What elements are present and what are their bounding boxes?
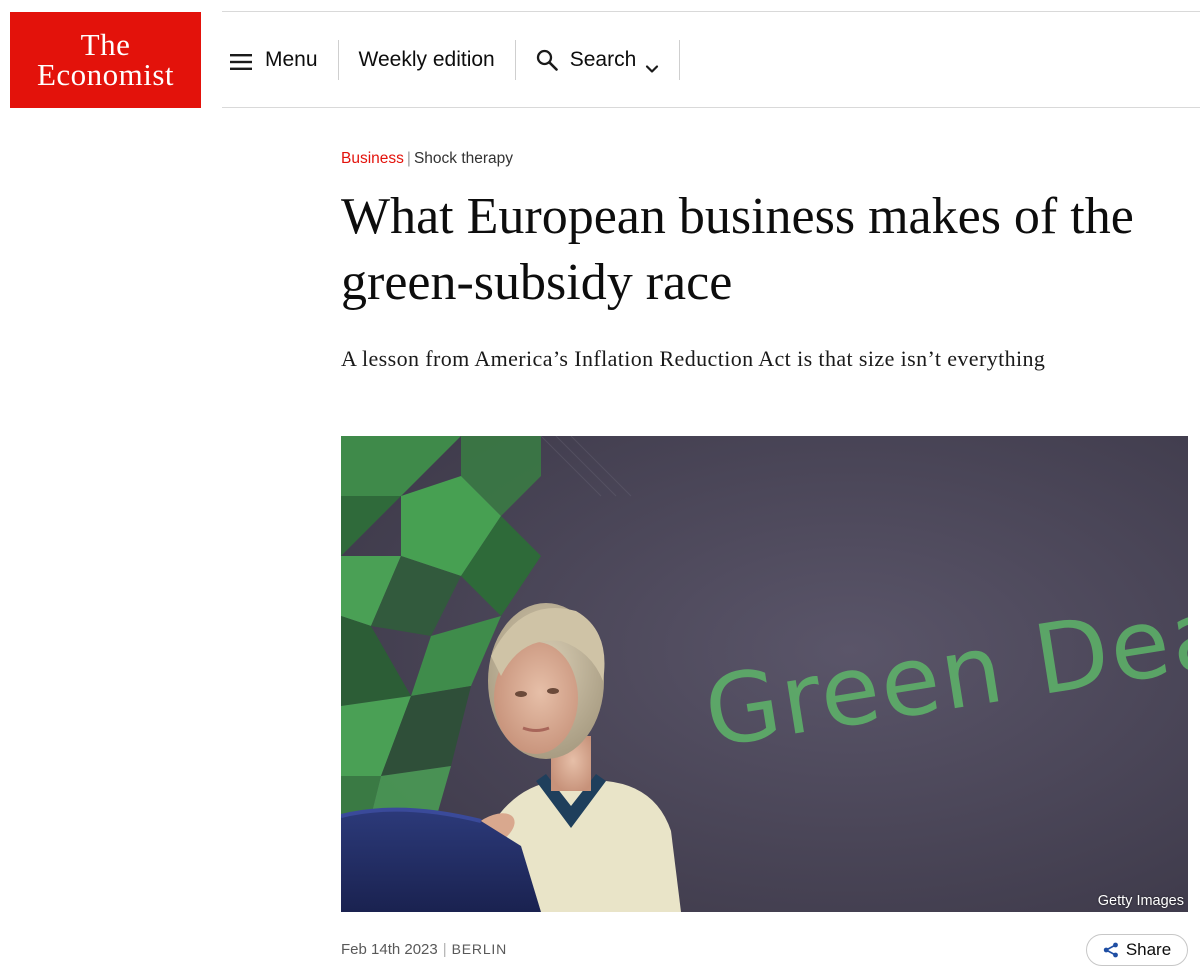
weekly-edition-label: Weekly edition [358,47,495,71]
economist-logo[interactable]: The Economist [10,12,201,108]
section-link[interactable]: Business [341,150,404,167]
weekly-edition-link[interactable]: Weekly edition [339,40,515,80]
publish-date: Feb 14th 2023 [341,941,438,958]
share-label: Share [1125,940,1172,959]
article-page: The Economist Menu Weekly edition Search… [0,0,1200,977]
share-button[interactable]: Share [1086,934,1188,966]
article-rubric: Business | Shock therapy [341,150,513,168]
logo-line-the: The [80,27,131,62]
image-credit: Getty Images [1097,893,1184,909]
nav-divider [679,39,681,80]
lead-image: Green Deal Getty Images [341,436,1188,912]
dateline-location: BERLIN [451,941,508,957]
share-icon [1103,942,1119,958]
search-label: Search [569,47,637,71]
menu-label: Menu [265,47,318,71]
search-button[interactable]: Search [516,40,680,80]
search-icon [536,49,558,71]
lead-image-illustration: Green Deal [341,436,1188,912]
menu-button[interactable]: Menu [222,40,338,80]
dateline-separator: | [442,941,447,958]
article-headline: What European business makes of the gree… [341,188,1134,311]
header-bottom-divider [222,107,1200,108]
logo-line-economist: Economist [36,57,175,92]
chevron-down-icon [645,56,659,73]
top-navigation: Menu Weekly edition Search [222,12,681,107]
article-dateline: Feb 14th 2023 | BERLIN [341,941,507,958]
fly-title: Shock therapy [413,150,514,167]
hamburger-icon [230,52,252,70]
article-subheadline: A lesson from America’s Inflation Reduct… [341,346,1046,371]
rubric-separator: | [406,150,411,167]
